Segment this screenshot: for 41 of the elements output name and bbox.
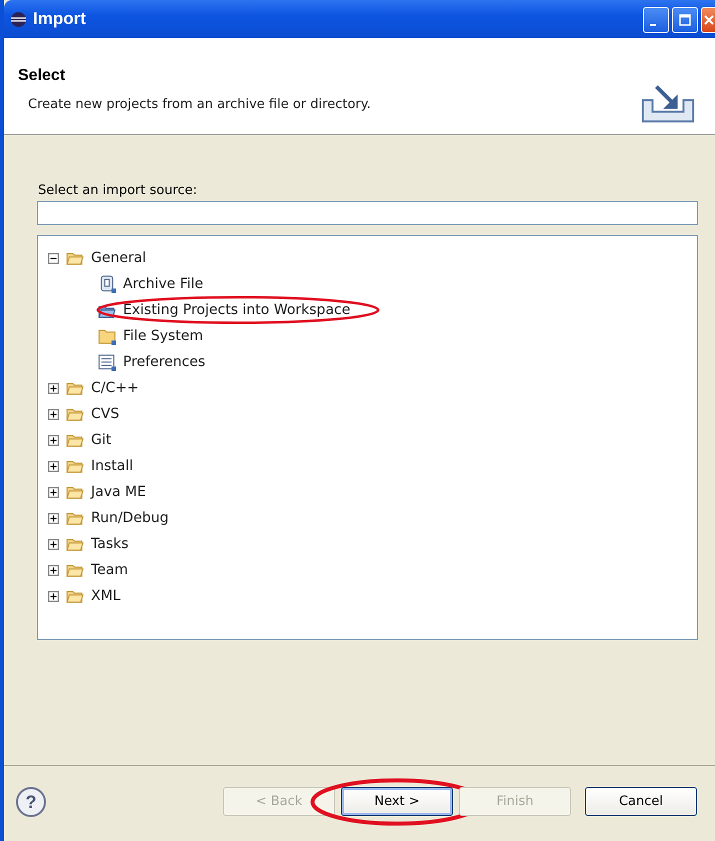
filter-label: Select an import source: [38, 183, 198, 198]
tree-item[interactable]: CVS [91, 406, 120, 422]
dialog-button[interactable]: Cancel [585, 787, 697, 816]
expand-icon[interactable] [48, 564, 59, 576]
maximize-icon [679, 14, 691, 26]
expand-icon[interactable] [48, 590, 59, 602]
page-title: Select [18, 67, 66, 85]
minimize-button[interactable] [643, 7, 669, 33]
tree-item[interactable]: Tasks [91, 536, 129, 552]
list-icon [98, 353, 116, 371]
eclipse-icon [10, 10, 27, 28]
archive-file-icon [98, 275, 116, 293]
expand-icon[interactable] [48, 382, 59, 394]
tree-item[interactable]: General [91, 250, 146, 266]
expand-icon[interactable] [48, 434, 59, 446]
close-icon [703, 14, 715, 26]
collapse-icon[interactable] [48, 252, 59, 264]
tree-item[interactable]: File System [123, 328, 204, 344]
tree-item[interactable]: Java ME [91, 484, 146, 500]
tree-item[interactable]: Preferences [123, 354, 206, 370]
window-title: Import [33, 9, 87, 29]
folder-icon [98, 327, 116, 345]
tree-item[interactable]: XML [91, 588, 120, 604]
filter-field[interactable] [37, 201, 698, 225]
tree-item[interactable]: C/C++ [91, 380, 139, 396]
close-button[interactable] [701, 7, 715, 33]
expand-icon[interactable] [48, 460, 59, 472]
tree-item[interactable]: Team [91, 562, 128, 578]
minimize-icon [650, 24, 656, 26]
maximize-button[interactable] [672, 7, 698, 33]
dialog-button[interactable]: Next > [341, 787, 453, 816]
tree-item[interactable]: Install [91, 458, 134, 474]
expand-icon[interactable] [48, 512, 59, 524]
tree-item[interactable]: Run/Debug [91, 510, 169, 526]
help-button[interactable]: ? [16, 786, 46, 816]
tree-item[interactable]: Git [91, 432, 112, 448]
expand-icon[interactable] [48, 538, 59, 550]
tree-item[interactable]: Archive File [123, 276, 204, 292]
expand-icon[interactable] [48, 486, 59, 498]
page-description: Create new projects from an archive file or directory. [27, 97, 371, 112]
expand-icon[interactable] [48, 408, 59, 420]
